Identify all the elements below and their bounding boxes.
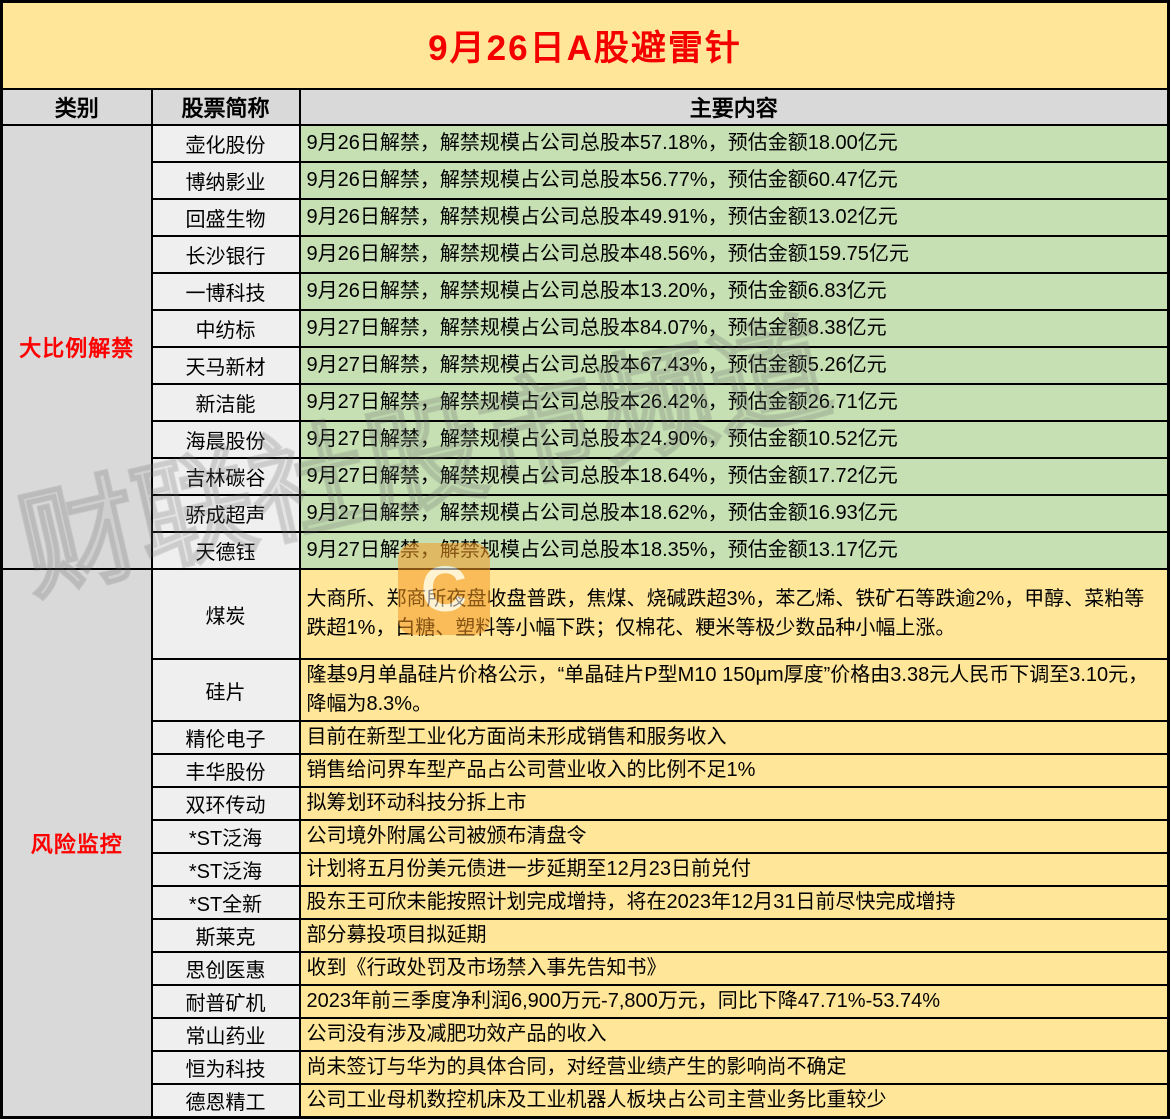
table-row: 思创医惠 收到《行政处罚及市场禁入事先告知书》 [2,951,1170,986]
stock-name-cell: 双环传动 [150,786,301,821]
stock-name-cell: 精伦电子 [150,720,301,755]
stock-name-cell: 常山药业 [150,1017,301,1052]
table-row: *ST全新 股东王可欣未能按照计划完成增持，将在2023年12月31日前尽快完成增… [2,885,1170,920]
table-row: 斯莱克 部分募投项目拟延期 [2,918,1170,953]
table-row: 丰华股份 销售给问界车型产品占公司营业收入的比例不足1% [2,753,1170,788]
avoid-mine-table: 9月26日A股避雷针 类别 股票简称 主要内容 大比例解禁 壶化股份 9月26日解禁… [0,0,1171,1119]
content-cell: 2023年前三季度净利润6,900万元-7,800万元，同比下降47.71%-5… [298,984,1170,1019]
stock-name-cell: 骄成超声 [150,494,301,533]
content-cell: 部分募投项目拟延期 [298,918,1170,953]
table-row: 吉林碳谷 9月27日解禁，解禁规模占公司总股本18.64%，预估金额17.72亿元 [2,457,1170,496]
content-cell: 公司境外附属公司被颁布清盘令 [298,819,1170,854]
stock-name-cell: 思创医惠 [150,951,301,986]
stock-name-cell: 天德钰 [150,531,301,570]
content-cell: 销售给问界车型产品占公司营业收入的比例不足1% [298,753,1170,788]
content-cell: 9月27日解禁，解禁规模占公司总股本18.62%，预估金额16.93亿元 [298,494,1170,533]
table-row: 海晨股份 9月27日解禁，解禁规模占公司总股本24.90%，预估金额10.52亿元 [2,420,1170,459]
table-row: 德恩精工 公司工业母机数控机床及工业机器人板块占公司主营业务比重较少 [2,1083,1170,1119]
column-header-content: 主要内容 [298,88,1170,126]
content-cell: 收到《行政处罚及市场禁入事先告知书》 [298,951,1170,986]
content-cell: 9月27日解禁，解禁规模占公司总股本84.07%，预估金额8.38亿元 [298,309,1170,348]
stock-name-cell: *ST泛海 [150,819,301,854]
table-row: 风险监控 煤炭 大商所、郑商所夜盘收盘普跌，焦煤、烧碱跌超3%，苯乙烯、铁矿石等跌逾… [0,568,1170,1119]
content-cell: 9月26日解禁，解禁规模占公司总股本49.91%，预估金额13.02亿元 [298,198,1170,237]
table-row: 骄成超声 9月27日解禁，解禁规模占公司总股本18.62%，预估金额16.93亿元 [2,494,1170,533]
content-cell: 9月26日解禁，解禁规模占公司总股本13.20%，预估金额6.83亿元 [298,272,1170,311]
content-cell: 计划将五月份美元债进一步延期至12月23日前兑付 [298,852,1170,887]
table-row: 天德钰 9月27日解禁，解禁规模占公司总股本18.35%，预估金额13.17亿元 [2,531,1170,570]
table-row: 长沙银行 9月26日解禁，解禁规模占公司总股本48.56%，预估金额159.75亿… [2,235,1170,274]
page-title: 9月26日A股避雷针 [0,0,1170,90]
avoid-mine-sheet: 9月26日A股避雷针 类别 股票简称 主要内容 大比例解禁 壶化股份 9月26日解禁… [0,0,1173,1119]
stock-name-cell: 德恩精工 [150,1083,301,1119]
content-cell: 股东王可欣未能按照计划完成增持，将在2023年12月31日前尽快完成增持 [298,885,1170,920]
stock-name-cell: 恒为科技 [150,1050,301,1085]
category-cell: 风险监控 [0,568,153,1119]
content-cell: 9月27日解禁，解禁规模占公司总股本18.35%，预估金额13.17亿元 [298,531,1170,570]
table-row: 双环传动 拟筹划环动科技分拆上市 [2,786,1170,821]
table-row: 常山药业 公司没有涉及减肥功效产品的收入 [2,1017,1170,1052]
stock-name-cell: 长沙银行 [150,235,301,274]
content-cell: 隆基9月单晶硅片价格公示，“单晶硅片P型M10 150μm厚度”价格由3.38元… [298,658,1170,722]
stock-name-cell: 博纳影业 [150,161,301,200]
content-cell: 大商所、郑商所夜盘收盘普跌，焦煤、烧碱跌超3%，苯乙烯、铁矿石等跌逾2%，甲醇、… [298,568,1170,660]
stock-name-cell: 硅片 [150,658,301,722]
table-row: *ST泛海 公司境外附属公司被颁布清盘令 [2,819,1170,854]
stock-name-cell: 耐普矿机 [150,984,301,1019]
content-cell: 公司工业母机数控机床及工业机器人板块占公司主营业务比重较少 [298,1083,1170,1119]
content-cell: 拟筹划环动科技分拆上市 [298,786,1170,821]
stock-name-cell: 吉林碳谷 [150,457,301,496]
stock-name-cell: 壶化股份 [150,124,301,163]
stock-name-cell: 丰华股份 [150,753,301,788]
stock-name-cell: 一博科技 [150,272,301,311]
table-row: 回盛生物 9月26日解禁，解禁规模占公司总股本49.91%，预估金额13.02亿元 [2,198,1170,237]
stock-name-cell: 海晨股份 [150,420,301,459]
table-row: 硅片 隆基9月单晶硅片价格公示，“单晶硅片P型M10 150μm厚度”价格由3.3… [2,658,1170,722]
stock-name-cell: *ST泛海 [150,852,301,887]
header-row: 类别 股票简称 主要内容 [0,88,1170,126]
stock-name-cell: *ST全新 [150,885,301,920]
table-row: 博纳影业 9月26日解禁，解禁规模占公司总股本56.77%，预估金额60.47亿元 [2,161,1170,200]
table-row: *ST泛海 计划将五月份美元债进一步延期至12月23日前兑付 [2,852,1170,887]
stock-name-cell: 回盛生物 [150,198,301,237]
column-header-category: 类别 [0,88,153,126]
stock-name-cell: 斯莱克 [150,918,301,953]
content-cell: 9月26日解禁，解禁规模占公司总股本56.77%，预估金额60.47亿元 [298,161,1170,200]
content-cell: 目前在新型工业化方面尚未形成销售和服务收入 [298,720,1170,755]
table-body: 大比例解禁 壶化股份 9月26日解禁，解禁规模占公司总股本57.18%，预估金额18… [0,124,1170,1119]
column-header-stock: 股票简称 [150,88,301,126]
table-row: 中纺标 9月27日解禁，解禁规模占公司总股本84.07%，预估金额8.38亿元 [2,309,1170,348]
content-cell: 9月27日解禁，解禁规模占公司总股本67.43%，预估金额5.26亿元 [298,346,1170,385]
content-cell: 尚未签订与华为的具体合同，对经营业绩产生的影响尚不确定 [298,1050,1170,1085]
stock-name-cell: 新洁能 [150,383,301,422]
stock-name-cell: 煤炭 [150,568,301,660]
content-cell: 9月27日解禁，解禁规模占公司总股本26.42%，预估金额26.71亿元 [298,383,1170,422]
table-row: 大比例解禁 壶化股份 9月26日解禁，解禁规模占公司总股本57.18%，预估金额18… [0,124,1170,570]
content-cell: 9月26日解禁，解禁规模占公司总股本57.18%，预估金额18.00亿元 [298,124,1170,163]
content-cell: 9月26日解禁，解禁规模占公司总股本48.56%，预估金额159.75亿元 [298,235,1170,274]
category-cell: 大比例解禁 [0,124,153,570]
table-row: 天马新材 9月27日解禁，解禁规模占公司总股本67.43%，预估金额5.26亿元 [2,346,1170,385]
table-row: 一博科技 9月26日解禁，解禁规模占公司总股本13.20%，预估金额6.83亿元 [2,272,1170,311]
table-row: 新洁能 9月27日解禁，解禁规模占公司总股本26.42%，预估金额26.71亿元 [2,383,1170,422]
table-row: 精伦电子 目前在新型工业化方面尚未形成销售和服务收入 [2,720,1170,755]
stock-name-cell: 天马新材 [150,346,301,385]
stock-name-cell: 中纺标 [150,309,301,348]
table-row: 耐普矿机 2023年前三季度净利润6,900万元-7,800万元，同比下降47.7… [2,984,1170,1019]
content-cell: 9月27日解禁，解禁规模占公司总股本24.90%，预估金额10.52亿元 [298,420,1170,459]
content-cell: 9月27日解禁，解禁规模占公司总股本18.64%，预估金额17.72亿元 [298,457,1170,496]
content-cell: 公司没有涉及减肥功效产品的收入 [298,1017,1170,1052]
title-row: 9月26日A股避雷针 [0,0,1170,90]
table-row: 恒为科技 尚未签订与华为的具体合同，对经营业绩产生的影响尚不确定 [2,1050,1170,1085]
